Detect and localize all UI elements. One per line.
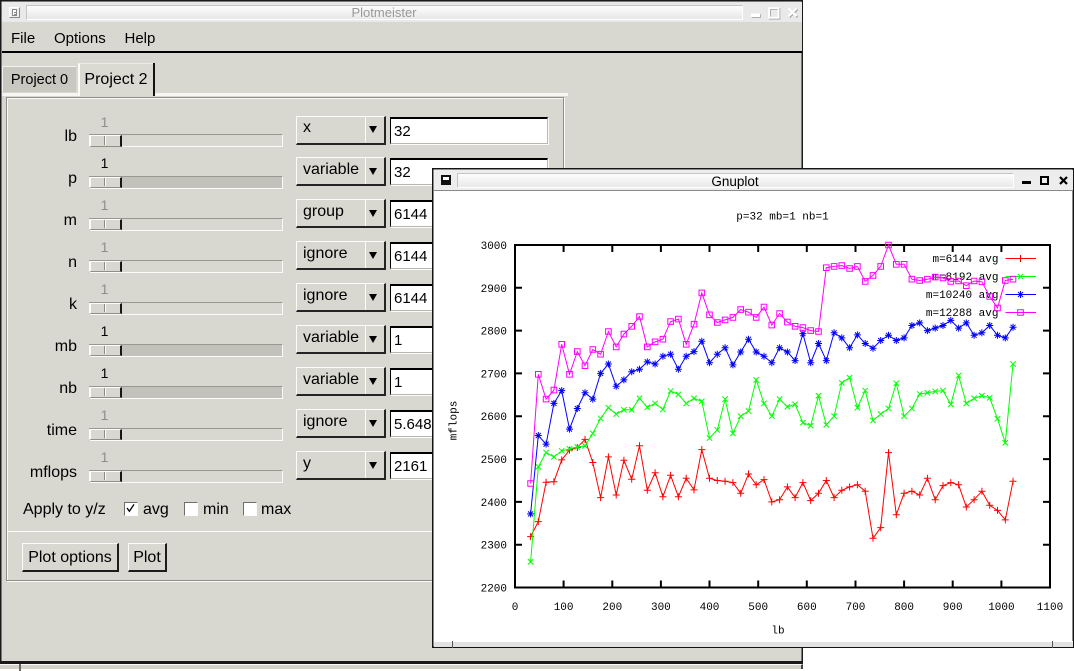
svg-text:100: 100 — [553, 602, 573, 614]
svg-text:3000: 3000 — [480, 241, 506, 253]
svg-text:2300: 2300 — [480, 540, 506, 552]
svg-text:p=32 mb=1 nb=1: p=32 mb=1 nb=1 — [736, 211, 829, 223]
svg-text:m=12288 avg: m=12288 avg — [925, 308, 998, 320]
svg-text:2700: 2700 — [480, 369, 506, 381]
svg-text:mflops: mflops — [448, 400, 460, 440]
svg-text:400: 400 — [699, 602, 719, 614]
svg-text:2800: 2800 — [480, 326, 506, 338]
svg-text:0: 0 — [511, 602, 518, 614]
svg-text:2200: 2200 — [480, 583, 506, 595]
svg-text:800: 800 — [894, 602, 914, 614]
svg-text:2600: 2600 — [480, 412, 506, 424]
svg-text:2400: 2400 — [480, 497, 506, 509]
svg-text:2500: 2500 — [480, 455, 506, 467]
svg-text:1000: 1000 — [988, 602, 1014, 614]
svg-text:200: 200 — [602, 602, 622, 614]
svg-text:700: 700 — [845, 602, 865, 614]
svg-text:500: 500 — [748, 602, 768, 614]
svg-text:900: 900 — [942, 602, 962, 614]
svg-text:600: 600 — [796, 602, 816, 614]
svg-text:1100: 1100 — [1036, 602, 1062, 614]
svg-text:2900: 2900 — [480, 283, 506, 295]
svg-text:lb: lb — [771, 625, 784, 637]
svg-text:300: 300 — [650, 602, 670, 614]
svg-text:m=6144 avg: m=6144 avg — [932, 254, 998, 266]
